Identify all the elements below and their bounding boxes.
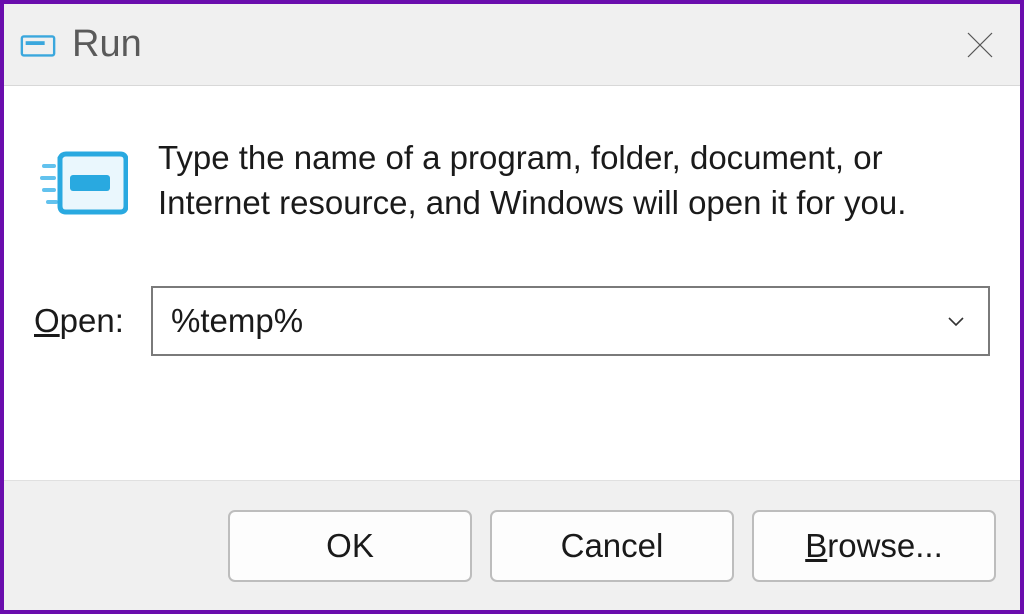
open-input-value: %temp% <box>171 302 942 340</box>
cancel-button[interactable]: Cancel <box>490 510 734 582</box>
close-button[interactable] <box>958 23 1002 67</box>
dialog-content: Type the name of a program, folder, docu… <box>4 86 1020 480</box>
open-combobox[interactable]: %temp% <box>151 286 990 356</box>
dialog-description: Type the name of a program, folder, docu… <box>158 136 990 225</box>
run-icon-large <box>40 140 128 228</box>
ok-button-label: OK <box>326 527 374 565</box>
titlebar: Run <box>4 4 1020 86</box>
info-row: Type the name of a program, folder, docu… <box>34 136 990 228</box>
close-icon <box>964 29 996 61</box>
open-label: Open: <box>34 302 129 340</box>
chevron-down-icon[interactable] <box>942 307 970 335</box>
browse-button[interactable]: Browse... <box>752 510 996 582</box>
run-dialog: Run Type th <box>0 0 1024 614</box>
browse-button-label: Browse... <box>805 527 943 565</box>
ok-button[interactable]: OK <box>228 510 472 582</box>
cancel-button-label: Cancel <box>561 527 664 565</box>
dialog-title: Run <box>72 23 142 66</box>
run-icon <box>18 25 58 65</box>
dialog-footer: OK Cancel Browse... <box>4 480 1020 610</box>
input-row: Open: %temp% <box>34 286 990 356</box>
